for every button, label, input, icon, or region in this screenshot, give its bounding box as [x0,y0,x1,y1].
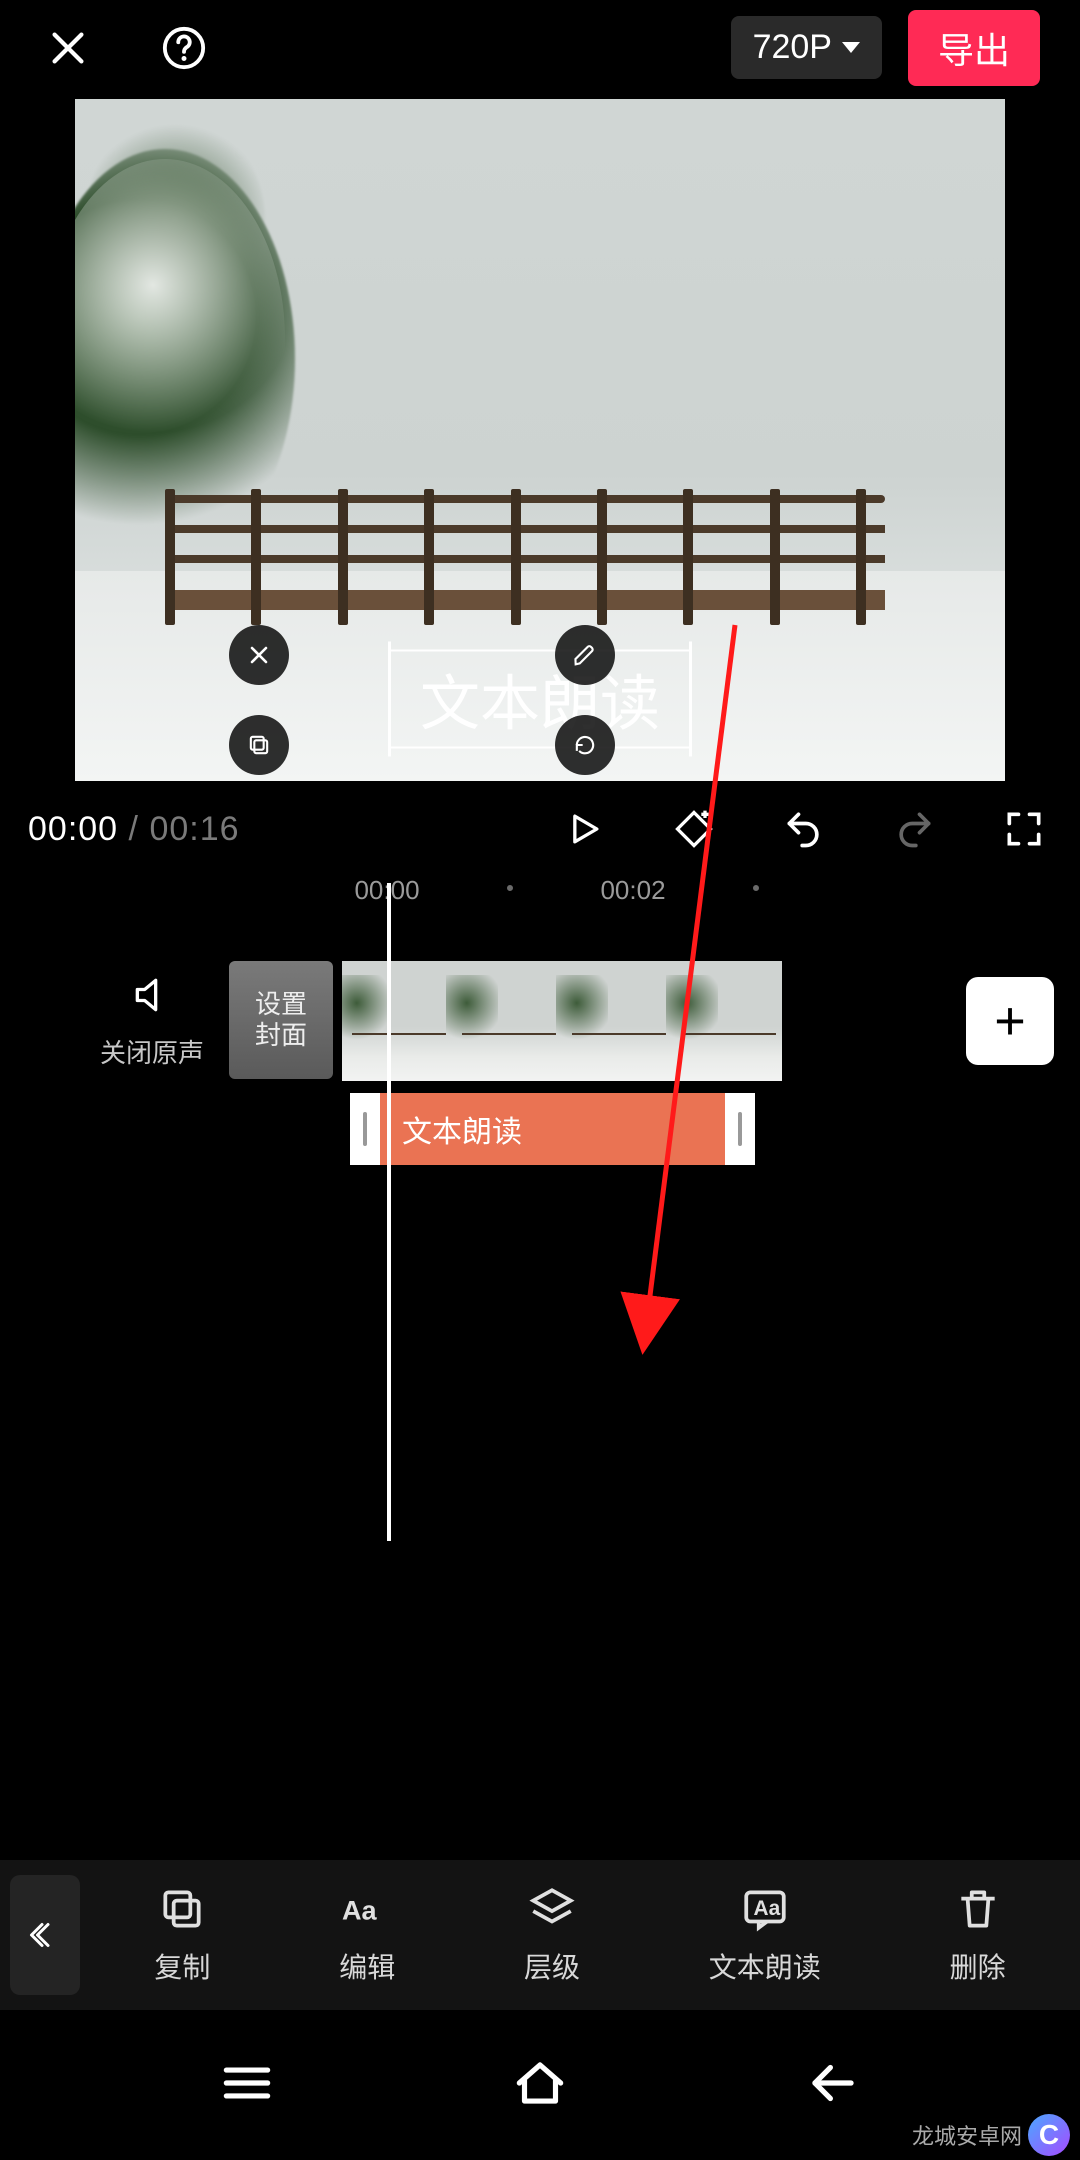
playback-bar: 00:00 / 00:16 [0,781,1080,871]
undo-icon [782,807,826,851]
fullscreen-icon [1002,807,1046,851]
play-icon [562,807,606,851]
toolbar-back-button[interactable] [10,1875,80,1995]
svg-text:Aa: Aa [342,1894,378,1925]
playhead[interactable] [387,883,391,1541]
tool-edit[interactable]: Aa 编辑 [339,1884,395,1986]
resolution-selector[interactable]: 720P [731,16,882,79]
overlay-copy-handle[interactable] [229,715,289,775]
copy-icon [245,731,273,759]
timeline[interactable]: 00:00 00:02 关闭原声 设置 封面 + 文本朗读 [0,871,1080,1381]
redo-button[interactable] [886,801,942,857]
text-overlay-box[interactable]: 文本朗读 [388,650,692,749]
close-icon [245,641,273,669]
layers-icon [527,1884,577,1934]
redo-icon [892,807,936,851]
back-icon [802,2052,864,2114]
text-aa-icon: Aa [342,1884,392,1934]
chevron-left-icon [27,1917,63,1953]
video-track: 关闭原声 设置 封面 + [0,961,1080,1081]
resolution-label: 720P [753,28,832,67]
time-display: 00:00 / 00:16 [28,810,240,849]
pencil-icon [571,641,599,669]
mute-button[interactable] [124,967,180,1023]
svg-text:Aa: Aa [753,1897,780,1920]
export-button[interactable]: 导出 [908,10,1040,86]
plus-icon: + [994,994,1026,1048]
trash-icon [953,1884,1003,1934]
video-clip[interactable] [342,961,782,1081]
fullscreen-button[interactable] [996,801,1052,857]
text-track-clip[interactable]: 文本朗读 [350,1093,755,1165]
tts-icon: Aa [740,1884,790,1934]
tool-tts[interactable]: Aa 文本朗读 [709,1884,821,1986]
overlay-scale-handle[interactable] [555,715,615,775]
overlay-edit-handle[interactable] [555,625,615,685]
help-icon [161,25,207,71]
add-clip-button[interactable]: + [966,977,1054,1065]
watermark: 龙城安卓网 C [912,2114,1070,2156]
play-button[interactable] [556,801,612,857]
tool-layer[interactable]: 层级 [524,1884,580,1986]
edit-toolbar: 复制 Aa 编辑 层级 Aa 文本朗读 删除 [0,1860,1080,2010]
tool-delete[interactable]: 删除 [950,1884,1006,1986]
keyframe-button[interactable] [666,801,722,857]
nav-home-button[interactable] [509,2052,571,2119]
copy-icon [157,1884,207,1934]
close-icon [45,25,91,71]
tool-copy[interactable]: 复制 [154,1884,210,1986]
text-clip-label: 文本朗读 [380,1107,725,1151]
clip-right-handle[interactable] [725,1093,755,1165]
clip-left-handle[interactable] [350,1093,380,1165]
time-ruler: 00:00 00:02 [0,871,1080,911]
chevron-down-icon [842,42,860,53]
video-preview[interactable]: 文本朗读 [75,99,1005,781]
diamond-plus-icon [672,807,716,851]
close-button[interactable] [40,20,96,76]
menu-icon [216,2052,278,2114]
top-bar: 720P 导出 [0,0,1080,95]
home-icon [509,2052,571,2114]
cover-thumbnail[interactable]: 设置 封面 [229,961,333,1079]
rotate-icon [571,731,599,759]
overlay-delete-handle[interactable] [229,625,289,685]
help-button[interactable] [156,20,212,76]
nav-menu-button[interactable] [216,2052,278,2119]
speaker-icon [130,973,174,1017]
undo-button[interactable] [776,801,832,857]
nav-back-button[interactable] [802,2052,864,2119]
mute-label: 关闭原声 [100,1033,204,1070]
